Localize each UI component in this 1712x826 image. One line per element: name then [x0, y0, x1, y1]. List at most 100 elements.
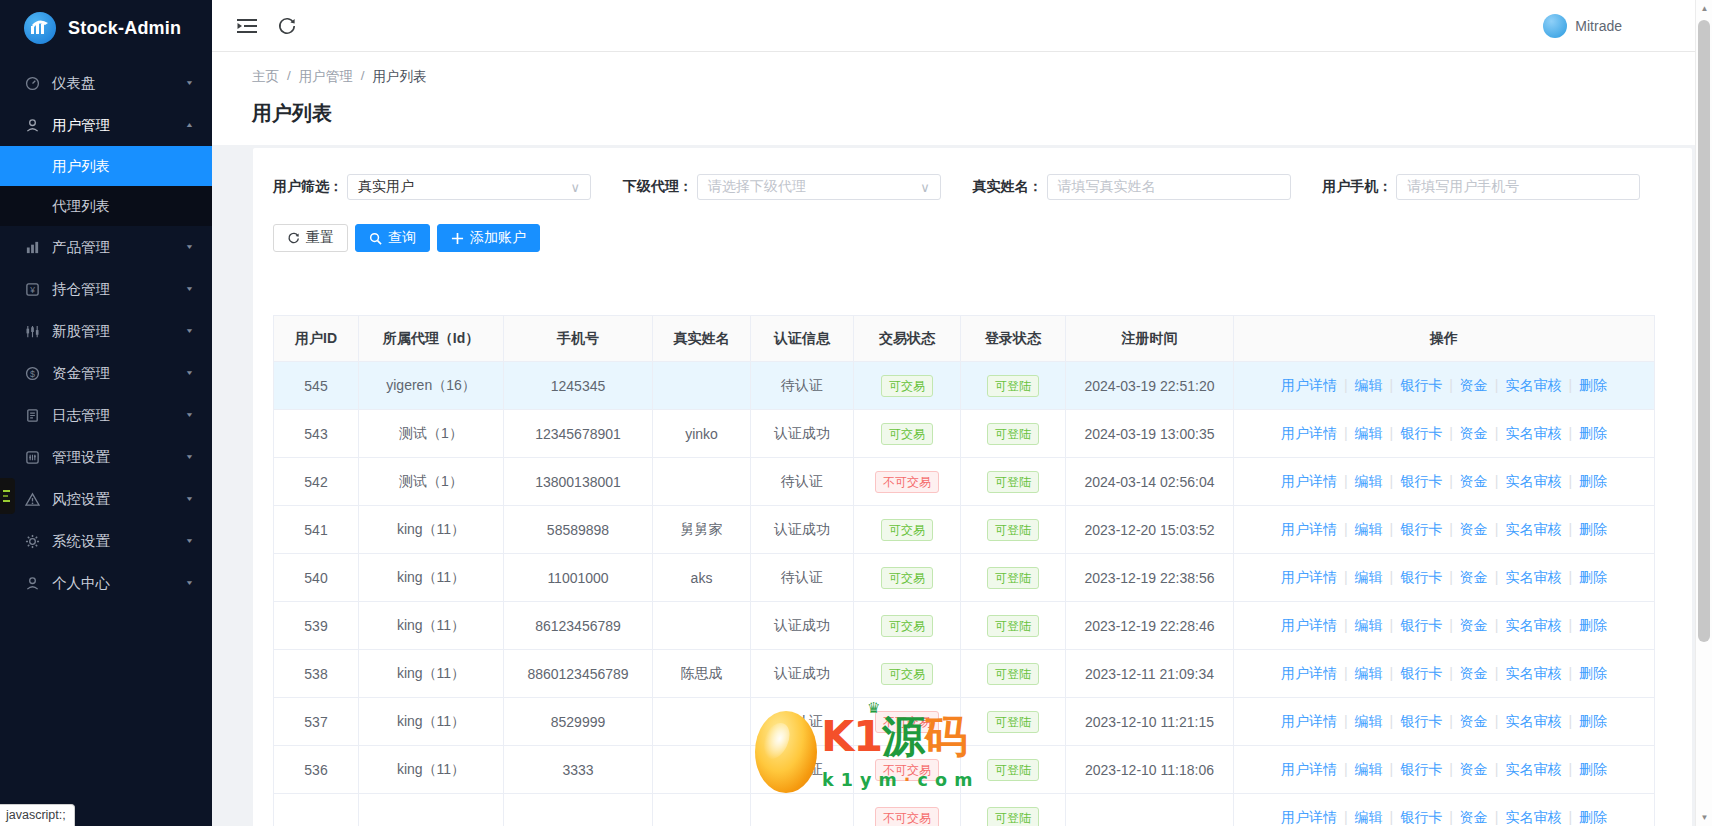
action-link-0[interactable]: 用户详情 — [1281, 569, 1337, 585]
action-link-0[interactable]: 用户详情 — [1281, 377, 1337, 393]
vertical-scrollbar[interactable]: ▲ ▼ — [1695, 0, 1712, 826]
app-logo[interactable]: Stock-Admin — [0, 0, 212, 56]
action-link-0[interactable]: 用户详情 — [1281, 521, 1337, 537]
action-link-3[interactable]: 资金 — [1460, 521, 1488, 537]
action-link-5[interactable]: 删除 — [1579, 617, 1607, 633]
action-link-5[interactable]: 删除 — [1579, 665, 1607, 681]
action-link-2[interactable]: 银行卡 — [1400, 377, 1442, 393]
action-link-0[interactable]: 用户详情 — [1281, 473, 1337, 489]
sidebar-item-10[interactable]: 个人中心▼ — [0, 562, 212, 604]
action-link-4[interactable]: 实名审核 — [1505, 377, 1561, 393]
action-link-4[interactable]: 实名审核 — [1505, 617, 1561, 633]
action-link-0[interactable]: 用户详情 — [1281, 617, 1337, 633]
action-link-5[interactable]: 删除 — [1579, 425, 1607, 441]
action-link-0[interactable]: 用户详情 — [1281, 713, 1337, 729]
action-link-3[interactable]: 资金 — [1460, 809, 1488, 825]
action-link-2[interactable]: 银行卡 — [1400, 665, 1442, 681]
app-root: Stock-Admin 仪表盘▼用户管理▲用户列表代理列表产品管理▼¥持仓管理▼… — [0, 0, 1712, 826]
action-link-3[interactable]: 资金 — [1460, 425, 1488, 441]
trade-status-badge: 可交易 — [881, 375, 933, 397]
action-link-2[interactable]: 银行卡 — [1400, 473, 1442, 489]
cell-agent: king（11） — [359, 698, 504, 746]
action-link-0[interactable]: 用户详情 — [1281, 425, 1337, 441]
action-link-3[interactable]: 资金 — [1460, 377, 1488, 393]
action-link-1[interactable]: 编辑 — [1355, 473, 1383, 489]
sidebar-item-4[interactable]: 新股管理▼ — [0, 310, 212, 352]
cell-trade-status: 可交易 — [854, 602, 961, 650]
action-link-4[interactable]: 实名审核 — [1505, 569, 1561, 585]
sidebar-item-3[interactable]: ¥持仓管理▼ — [0, 268, 212, 310]
action-link-3[interactable]: 资金 — [1460, 617, 1488, 633]
scroll-down-arrow[interactable]: ▼ — [1696, 809, 1712, 826]
action-link-1[interactable]: 编辑 — [1355, 761, 1383, 777]
action-link-1[interactable]: 编辑 — [1355, 521, 1383, 537]
action-link-2[interactable]: 银行卡 — [1400, 761, 1442, 777]
action-link-3[interactable]: 资金 — [1460, 713, 1488, 729]
sidebar-item-5[interactable]: $资金管理▼ — [0, 352, 212, 394]
add-account-button[interactable]: 添加账户 — [437, 224, 540, 252]
action-link-1[interactable]: 编辑 — [1355, 617, 1383, 633]
action-link-2[interactable]: 银行卡 — [1400, 617, 1442, 633]
sidebar-subitem[interactable]: 代理列表 — [0, 186, 212, 226]
action-link-4[interactable]: 实名审核 — [1505, 761, 1561, 777]
action-link-2[interactable]: 银行卡 — [1400, 569, 1442, 585]
action-link-2[interactable]: 银行卡 — [1400, 425, 1442, 441]
action-link-0[interactable]: 用户详情 — [1281, 809, 1337, 825]
scroll-up-arrow[interactable]: ▲ — [1696, 0, 1712, 17]
action-link-1[interactable]: 编辑 — [1355, 809, 1383, 825]
action-link-5[interactable]: 删除 — [1579, 377, 1607, 393]
breadcrumb-item[interactable]: 用户管理 — [299, 68, 353, 86]
action-link-1[interactable]: 编辑 — [1355, 569, 1383, 585]
action-link-4[interactable]: 实名审核 — [1505, 665, 1561, 681]
sidebar-subitem[interactable]: 用户列表 — [0, 146, 212, 186]
action-link-1[interactable]: 编辑 — [1355, 713, 1383, 729]
filter-select-0[interactable]: 真实用户∨ — [347, 174, 591, 200]
positions-icon: ¥ — [24, 281, 40, 297]
action-link-4[interactable]: 实名审核 — [1505, 425, 1561, 441]
action-link-5[interactable]: 删除 — [1579, 713, 1607, 729]
browser-extension-widget[interactable] — [0, 478, 15, 514]
action-link-4[interactable]: 实名审核 — [1505, 521, 1561, 537]
action-link-4[interactable]: 实名审核 — [1505, 473, 1561, 489]
sidebar-item-0[interactable]: 仪表盘▼ — [0, 62, 212, 104]
filter-input-3[interactable]: 请填写用户手机号 — [1396, 174, 1640, 200]
topbar-user[interactable]: Mitrade — [1543, 14, 1622, 38]
action-link-2[interactable]: 银行卡 — [1400, 713, 1442, 729]
action-separator: | — [1495, 665, 1499, 681]
collapse-sidebar-icon[interactable] — [236, 15, 258, 37]
action-link-3[interactable]: 资金 — [1460, 473, 1488, 489]
action-link-5[interactable]: 删除 — [1579, 569, 1607, 585]
sidebar-item-2[interactable]: 产品管理▼ — [0, 226, 212, 268]
search-button[interactable]: 查询 — [355, 224, 430, 252]
action-link-1[interactable]: 编辑 — [1355, 665, 1383, 681]
action-link-4[interactable]: 实名审核 — [1505, 809, 1561, 825]
sidebar-item-6[interactable]: 日志管理▼ — [0, 394, 212, 436]
action-link-3[interactable]: 资金 — [1460, 665, 1488, 681]
action-link-0[interactable]: 用户详情 — [1281, 665, 1337, 681]
action-link-0[interactable]: 用户详情 — [1281, 761, 1337, 777]
action-link-2[interactable]: 银行卡 — [1400, 521, 1442, 537]
action-link-5[interactable]: 删除 — [1579, 473, 1607, 489]
action-link-1[interactable]: 编辑 — [1355, 425, 1383, 441]
login-status-badge: 可登陆 — [987, 663, 1039, 685]
sidebar-item-8[interactable]: 风控设置▼ — [0, 478, 212, 520]
chevron-down-icon: ▼ — [185, 537, 194, 545]
action-link-5[interactable]: 删除 — [1579, 521, 1607, 537]
action-separator: | — [1449, 617, 1453, 633]
action-link-3[interactable]: 资金 — [1460, 761, 1488, 777]
action-link-4[interactable]: 实名审核 — [1505, 713, 1561, 729]
sidebar-item-9[interactable]: 系统设置▼ — [0, 520, 212, 562]
action-link-1[interactable]: 编辑 — [1355, 377, 1383, 393]
action-link-5[interactable]: 删除 — [1579, 761, 1607, 777]
scrollbar-thumb[interactable] — [1698, 20, 1710, 642]
filter-input-2[interactable]: 请填写真实姓名 — [1047, 174, 1291, 200]
refresh-icon[interactable] — [276, 15, 298, 37]
sidebar-item-7[interactable]: 管理设置▼ — [0, 436, 212, 478]
action-link-3[interactable]: 资金 — [1460, 569, 1488, 585]
action-link-2[interactable]: 银行卡 — [1400, 809, 1442, 825]
action-link-5[interactable]: 删除 — [1579, 809, 1607, 825]
filter-select-1[interactable]: 请选择下级代理∨ — [697, 174, 941, 200]
reset-button[interactable]: 重置 — [273, 224, 348, 252]
breadcrumb-item[interactable]: 主页 — [252, 68, 279, 86]
sidebar-item-1[interactable]: 用户管理▲ — [0, 104, 212, 146]
